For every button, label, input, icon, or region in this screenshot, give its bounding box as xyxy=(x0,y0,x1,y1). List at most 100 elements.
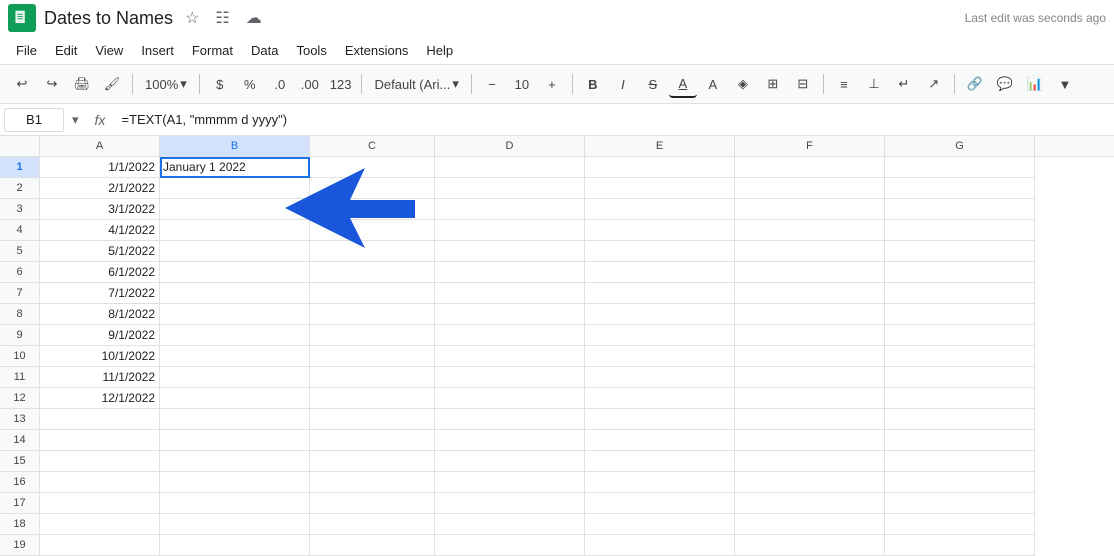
cell-a12[interactable]: 12/1/2022 xyxy=(40,388,160,409)
cell-e4[interactable] xyxy=(585,220,735,241)
print-button[interactable]: 🖨 xyxy=(68,70,96,98)
cell-e18[interactable] xyxy=(585,514,735,535)
cell-f7[interactable] xyxy=(735,283,885,304)
cell-a8[interactable]: 8/1/2022 xyxy=(40,304,160,325)
cell-a10[interactable]: 10/1/2022 xyxy=(40,346,160,367)
cell-c13[interactable] xyxy=(310,409,435,430)
col-header-e[interactable]: E xyxy=(585,136,735,156)
cell-d12[interactable] xyxy=(435,388,585,409)
currency-button[interactable]: $ xyxy=(206,70,234,98)
decimal-more-button[interactable]: .00 xyxy=(296,70,324,98)
cell-b14[interactable] xyxy=(160,430,310,451)
cell-e16[interactable] xyxy=(585,472,735,493)
star-icon[interactable]: ☆ xyxy=(181,6,203,30)
paint-format-button[interactable]: 🖌 xyxy=(98,70,126,98)
cell-b16[interactable] xyxy=(160,472,310,493)
cell-d7[interactable] xyxy=(435,283,585,304)
cell-a13[interactable] xyxy=(40,409,160,430)
font-size-decrease[interactable]: − xyxy=(478,70,506,98)
cell-c17[interactable] xyxy=(310,493,435,514)
cell-b15[interactable] xyxy=(160,451,310,472)
cell-a16[interactable] xyxy=(40,472,160,493)
strikethrough-button[interactable]: S xyxy=(639,70,667,98)
rotate-button[interactable]: ↗ xyxy=(920,70,948,98)
cell-c15[interactable] xyxy=(310,451,435,472)
cell-e3[interactable] xyxy=(585,199,735,220)
formula-content[interactable]: =TEXT(A1, "mmmm d yyyy") xyxy=(117,110,1110,129)
cell-b6[interactable] xyxy=(160,262,310,283)
cell-c7[interactable] xyxy=(310,283,435,304)
cell-a3[interactable]: 3/1/2022 xyxy=(40,199,160,220)
col-header-g[interactable]: G xyxy=(885,136,1035,156)
undo-button[interactable]: ↩ xyxy=(8,70,36,98)
cell-c6[interactable] xyxy=(310,262,435,283)
fill-color-button[interactable]: ◈ xyxy=(729,70,757,98)
menu-data[interactable]: Data xyxy=(243,41,286,60)
cell-c2[interactable] xyxy=(310,178,435,199)
cell-d3[interactable] xyxy=(435,199,585,220)
menu-edit[interactable]: Edit xyxy=(47,41,85,60)
cell-f4[interactable] xyxy=(735,220,885,241)
cell-f5[interactable] xyxy=(735,241,885,262)
cell-e10[interactable] xyxy=(585,346,735,367)
cell-c8[interactable] xyxy=(310,304,435,325)
decimal-less-button[interactable]: .0 xyxy=(266,70,294,98)
cell-f12[interactable] xyxy=(735,388,885,409)
cell-f15[interactable] xyxy=(735,451,885,472)
cell-b4[interactable] xyxy=(160,220,310,241)
cell-g3[interactable] xyxy=(885,199,1035,220)
cell-d8[interactable] xyxy=(435,304,585,325)
cell-a18[interactable] xyxy=(40,514,160,535)
cell-g13[interactable] xyxy=(885,409,1035,430)
cell-d18[interactable] xyxy=(435,514,585,535)
cell-f10[interactable] xyxy=(735,346,885,367)
cell-g11[interactable] xyxy=(885,367,1035,388)
cell-g14[interactable] xyxy=(885,430,1035,451)
cell-g6[interactable] xyxy=(885,262,1035,283)
cell-e5[interactable] xyxy=(585,241,735,262)
cell-g16[interactable] xyxy=(885,472,1035,493)
filter-button[interactable]: ▼ xyxy=(1051,70,1079,98)
cell-d2[interactable] xyxy=(435,178,585,199)
col-header-f[interactable]: F xyxy=(735,136,885,156)
cell-e17[interactable] xyxy=(585,493,735,514)
cell-a2[interactable]: 2/1/2022 xyxy=(40,178,160,199)
cell-a9[interactable]: 9/1/2022 xyxy=(40,325,160,346)
cell-g9[interactable] xyxy=(885,325,1035,346)
merge-button[interactable]: ⊟ xyxy=(789,70,817,98)
cell-b18[interactable] xyxy=(160,514,310,535)
cell-a1[interactable]: 1/1/2022 xyxy=(40,157,160,178)
cell-c14[interactable] xyxy=(310,430,435,451)
cell-c19[interactable] xyxy=(310,535,435,556)
cell-a11[interactable]: 11/1/2022 xyxy=(40,367,160,388)
cell-e12[interactable] xyxy=(585,388,735,409)
bold-button[interactable]: B xyxy=(579,70,607,98)
cell-reference-box[interactable]: B1 xyxy=(4,108,64,132)
cell-e11[interactable] xyxy=(585,367,735,388)
cell-g10[interactable] xyxy=(885,346,1035,367)
cell-f17[interactable] xyxy=(735,493,885,514)
cell-e8[interactable] xyxy=(585,304,735,325)
cell-c11[interactable] xyxy=(310,367,435,388)
cell-d13[interactable] xyxy=(435,409,585,430)
format123-button[interactable]: 123 xyxy=(326,70,356,98)
cell-c5[interactable] xyxy=(310,241,435,262)
cell-d1[interactable] xyxy=(435,157,585,178)
menu-extensions[interactable]: Extensions xyxy=(337,41,417,60)
folder-icon[interactable]: ☷ xyxy=(211,6,233,30)
cell-d10[interactable] xyxy=(435,346,585,367)
col-header-b[interactable]: B xyxy=(160,136,310,156)
cell-f1[interactable] xyxy=(735,157,885,178)
cell-g17[interactable] xyxy=(885,493,1035,514)
valign-button[interactable]: ⊥ xyxy=(860,70,888,98)
cell-g12[interactable] xyxy=(885,388,1035,409)
cell-a14[interactable] xyxy=(40,430,160,451)
cell-g7[interactable] xyxy=(885,283,1035,304)
cell-g19[interactable] xyxy=(885,535,1035,556)
cell-g5[interactable] xyxy=(885,241,1035,262)
cell-f14[interactable] xyxy=(735,430,885,451)
chart-button[interactable]: 📊 xyxy=(1021,70,1049,98)
cell-e19[interactable] xyxy=(585,535,735,556)
text-color-button[interactable]: A xyxy=(699,70,727,98)
cell-d4[interactable] xyxy=(435,220,585,241)
